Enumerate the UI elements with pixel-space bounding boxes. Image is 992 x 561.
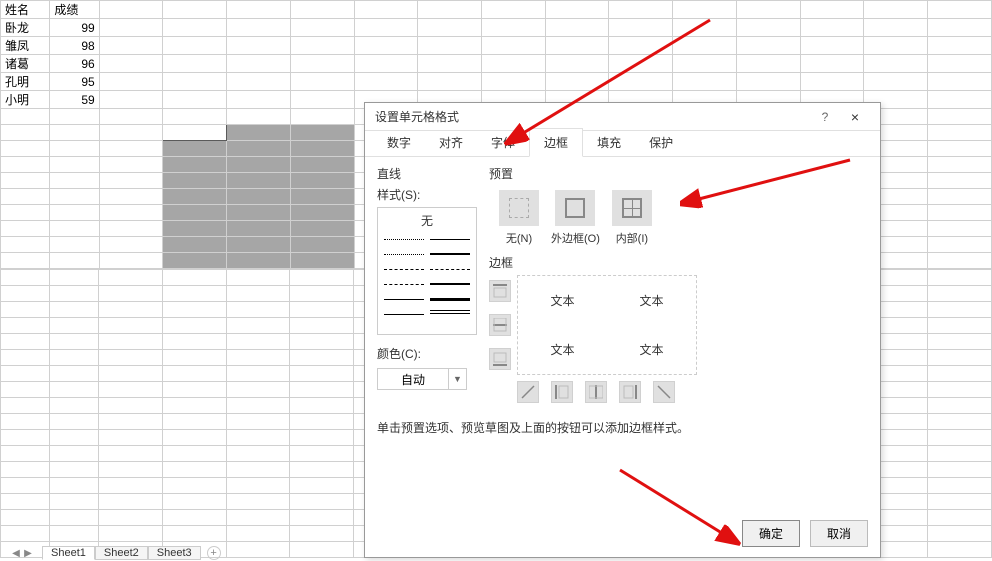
preview-cell: 文本 bbox=[639, 341, 663, 358]
border-diag-down-button[interactable] bbox=[653, 381, 675, 403]
line-style-list[interactable]: 无 bbox=[377, 207, 477, 335]
tab-font[interactable]: 字体 bbox=[477, 129, 529, 156]
header-score[interactable]: 成绩 bbox=[50, 1, 99, 19]
sheet-tab-2[interactable]: Sheet2 bbox=[95, 546, 148, 560]
dialog-title: 设置单元格格式 bbox=[375, 108, 810, 125]
tab-number[interactable]: 数字 bbox=[373, 129, 425, 156]
header-name[interactable]: 姓名 bbox=[1, 1, 50, 19]
ok-button[interactable]: 确定 bbox=[742, 520, 800, 547]
sheet-tab-3[interactable]: Sheet3 bbox=[148, 546, 201, 560]
preset-inside-icon bbox=[612, 190, 652, 226]
preset-inside[interactable]: 内部(I) bbox=[612, 190, 652, 246]
sheet-add-button[interactable]: + bbox=[207, 546, 221, 560]
style-none-option[interactable]: 无 bbox=[384, 212, 470, 229]
dialog-hint: 单击预置选项、预览草图及上面的按钮可以添加边框样式。 bbox=[377, 419, 868, 436]
format-cells-dialog: 设置单元格格式 ? × 数字 对齐 字体 边框 填充 保护 直线 样式(S): … bbox=[364, 102, 881, 558]
preset-outline[interactable]: 外边框(O) bbox=[551, 190, 600, 246]
tab-fill[interactable]: 填充 bbox=[583, 129, 635, 156]
style-label: 样式(S): bbox=[377, 186, 479, 203]
border-top-button[interactable] bbox=[489, 280, 511, 302]
presets-label: 预置 bbox=[489, 165, 868, 182]
preset-outline-icon bbox=[555, 190, 595, 226]
table-row: 诸葛96 bbox=[1, 55, 992, 73]
border-vertical-button[interactable] bbox=[585, 381, 607, 403]
border-preview[interactable]: 文本 文本 文本 文本 bbox=[517, 275, 697, 375]
tab-nav-next[interactable]: ▶ bbox=[22, 548, 34, 559]
border-left-button[interactable] bbox=[551, 381, 573, 403]
line-section-label: 直线 bbox=[377, 165, 479, 182]
color-dropdown-icon[interactable]: ▼ bbox=[449, 368, 467, 390]
border-bottom-button[interactable] bbox=[489, 348, 511, 370]
tab-navigation: ◀ ▶ bbox=[10, 548, 34, 559]
tab-border[interactable]: 边框 bbox=[529, 128, 583, 157]
border-diag-up-button[interactable] bbox=[517, 381, 539, 403]
preset-none-icon bbox=[499, 190, 539, 226]
color-select[interactable]: 自动 bbox=[377, 368, 449, 390]
tab-alignment[interactable]: 对齐 bbox=[425, 129, 477, 156]
dialog-close-button[interactable]: × bbox=[840, 109, 870, 125]
border-label: 边框 bbox=[489, 254, 868, 271]
preset-none[interactable]: 无(N) bbox=[499, 190, 539, 246]
active-cell[interactable] bbox=[163, 125, 227, 141]
preview-cell: 文本 bbox=[639, 292, 663, 309]
cancel-button[interactable]: 取消 bbox=[810, 520, 868, 547]
border-right-button[interactable] bbox=[619, 381, 641, 403]
tab-protection[interactable]: 保护 bbox=[635, 129, 687, 156]
preview-cell: 文本 bbox=[550, 292, 574, 309]
sheet-tab-1[interactable]: Sheet1 bbox=[42, 546, 95, 560]
dialog-titlebar[interactable]: 设置单元格格式 ? × bbox=[365, 103, 880, 131]
border-horizontal-button[interactable] bbox=[489, 314, 511, 336]
table-row: 雏凤98 bbox=[1, 37, 992, 55]
color-label: 颜色(C): bbox=[377, 345, 479, 362]
table-row: 卧龙99 bbox=[1, 19, 992, 37]
preview-cell: 文本 bbox=[550, 341, 574, 358]
dialog-help-button[interactable]: ? bbox=[810, 110, 840, 124]
sheet-tabs-bar: ◀ ▶ Sheet1 Sheet2 Sheet3 + bbox=[10, 545, 221, 561]
dialog-tabs: 数字 对齐 字体 边框 填充 保护 bbox=[365, 131, 880, 157]
table-row: 孔明95 bbox=[1, 73, 992, 91]
tab-nav-prev[interactable]: ◀ bbox=[10, 548, 22, 559]
